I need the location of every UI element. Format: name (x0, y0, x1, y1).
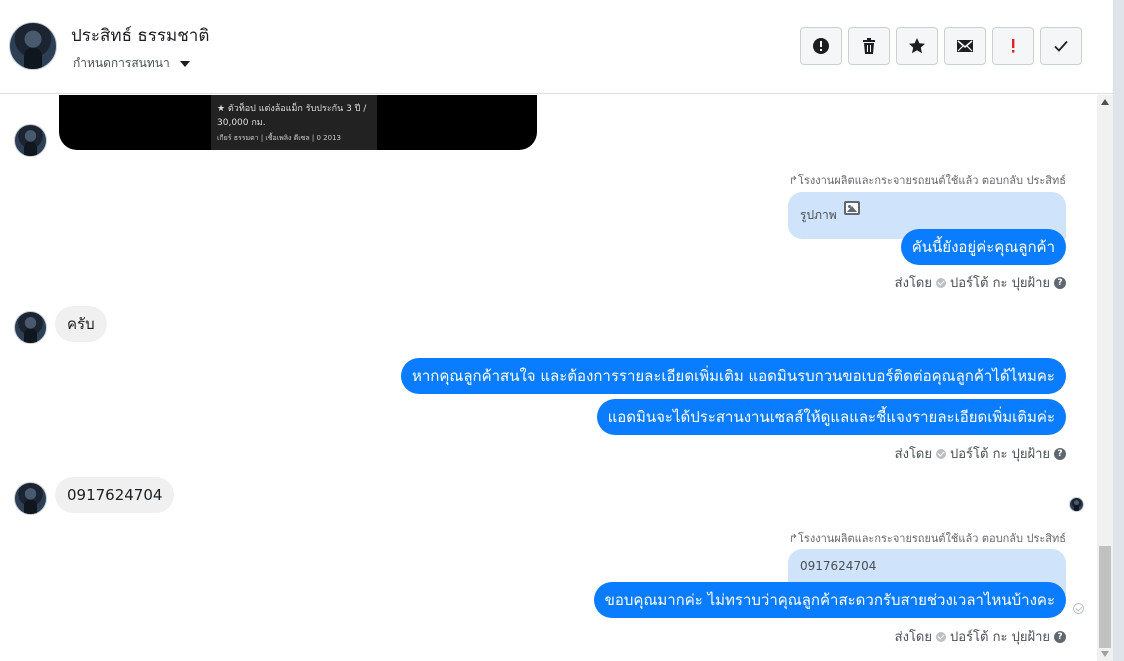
star-icon (909, 38, 925, 54)
sent-by-text: ส่งโดย (894, 630, 932, 645)
sender-name: ปอร์โต้ กะ ปุยฝ้าย (950, 447, 1050, 462)
conversation-header: ประสิทธ์ ธรรมชาติ กำหนดการสนทนา (0, 0, 1113, 94)
message-thread[interactable]: ★ ตัวท็อป แต่งล้อแม็ก รับประกัน 3 ปี / 3… (0, 95, 1097, 661)
sent-by-text: ส่งโดย (894, 447, 932, 462)
sent-by-text: ส่งโดย (894, 276, 932, 291)
outgoing-message[interactable]: หากคุณลูกค้าสนใจ และต้องการรายละเอียดเพิ… (400, 358, 1066, 394)
scroll-down-arrow-icon[interactable] (1101, 651, 1109, 657)
contact-name[interactable]: ประสิทธ์ ธรรมชาติ (71, 22, 209, 49)
contact-avatar-small (14, 311, 47, 344)
quoted-text: 0917624704 (800, 559, 877, 573)
incoming-message[interactable]: 0917624704 (55, 477, 175, 513)
alert-circle-icon (813, 38, 829, 54)
reply-arrow-icon: ↱ (788, 174, 799, 187)
contact-avatar[interactable] (9, 22, 57, 70)
help-icon[interactable]: ? (1054, 630, 1066, 643)
mark-important-button[interactable] (992, 27, 1034, 65)
mark-unread-button[interactable] (944, 27, 986, 65)
image-text-line-3: เกียร์ ธรรมดา | เชื้อเพลิง ดีเซล | 0 201… (217, 134, 341, 142)
conversation-toolbar (800, 27, 1082, 65)
assign-label: กำหนดการสนทนา (73, 56, 170, 70)
window-edge (1113, 0, 1124, 661)
sent-by-label: ส่งโดย ปอร์โต้ กะ ปุยฝ้าย ? (895, 626, 1066, 647)
image-text-line-2: 30,000 กม. (217, 118, 266, 128)
sent-by-label: ส่งโดย ปอร์โต้ กะ ปุยฝ้าย ? (895, 443, 1066, 464)
assign-conversation-dropdown[interactable]: กำหนดการสนทนา (73, 54, 190, 73)
star-button[interactable] (896, 27, 938, 65)
incoming-message[interactable]: ครับ (55, 306, 107, 342)
contact-avatar-small (14, 124, 47, 157)
image-message[interactable]: ★ ตัวท็อป แต่งล้อแม็ก รับประกัน 3 ปี / 3… (59, 95, 537, 150)
car-listing-image: ★ ตัวท็อป แต่งล้อแม็ก รับประกัน 3 ปี / 3… (211, 95, 377, 150)
quoted-text: รูปภาพ (800, 208, 837, 222)
verified-icon (936, 448, 946, 459)
read-receipt-avatar (1069, 497, 1084, 512)
delete-button[interactable] (848, 27, 890, 65)
verified-icon (936, 277, 946, 288)
inbox-conversation: ประสิทธ์ ธรรมชาติ กำหนดการสนทนา ★ ตัวท็อ… (0, 0, 1124, 661)
envelope-icon (957, 40, 973, 52)
help-icon[interactable]: ? (1054, 276, 1066, 289)
trash-icon (863, 38, 875, 54)
sender-name: ปอร์โต้ กะ ปุยฝ้าย (950, 276, 1050, 291)
scroll-up-arrow-icon[interactable] (1101, 99, 1109, 105)
sender-name: ปอร์โต้ กะ ปุยฝ้าย (950, 630, 1050, 645)
help-icon[interactable]: ? (1054, 447, 1066, 460)
sent-by-label: ส่งโดย ปอร์โต้ กะ ปุยฝ้าย ? (895, 272, 1066, 293)
thread-scrollbar[interactable] (1097, 95, 1113, 661)
photo-icon (844, 200, 860, 215)
exclamation-icon (1012, 39, 1015, 53)
reply-context-note: ↱โรงงานผลิตและกระจายรถยนต์ใช้แล้ว ตอบกลั… (788, 532, 1066, 545)
scrollbar-thumb[interactable] (1099, 546, 1111, 648)
caret-down-icon (179, 60, 190, 67)
outgoing-message[interactable]: ขอบคุณมากค่ะ ไม่ทราบว่าคุณลูกค้าสะดวกรับ… (593, 582, 1066, 618)
outgoing-message[interactable]: แอดมินจะได้ประสานงานเซลส์ให้ดูแลและชี้แจ… (596, 399, 1066, 435)
report-spam-button[interactable] (800, 27, 842, 65)
reply-context-note: ↱โรงงานผลิตและกระจายรถยนต์ใช้แล้ว ตอบกลั… (788, 174, 1066, 187)
verified-icon (936, 631, 946, 642)
reply-arrow-icon: ↱ (788, 532, 799, 545)
seen-check-icon (1073, 603, 1084, 614)
mark-done-button[interactable] (1040, 27, 1082, 65)
image-text-line-1: ★ ตัวท็อป แต่งล้อแม็ก รับประกัน 3 ปี / (217, 104, 367, 114)
outgoing-message[interactable]: คันนี้ยังอยู่ค่ะคุณลูกค้า (900, 229, 1066, 265)
contact-avatar-small (14, 482, 47, 515)
check-icon (1054, 40, 1068, 52)
